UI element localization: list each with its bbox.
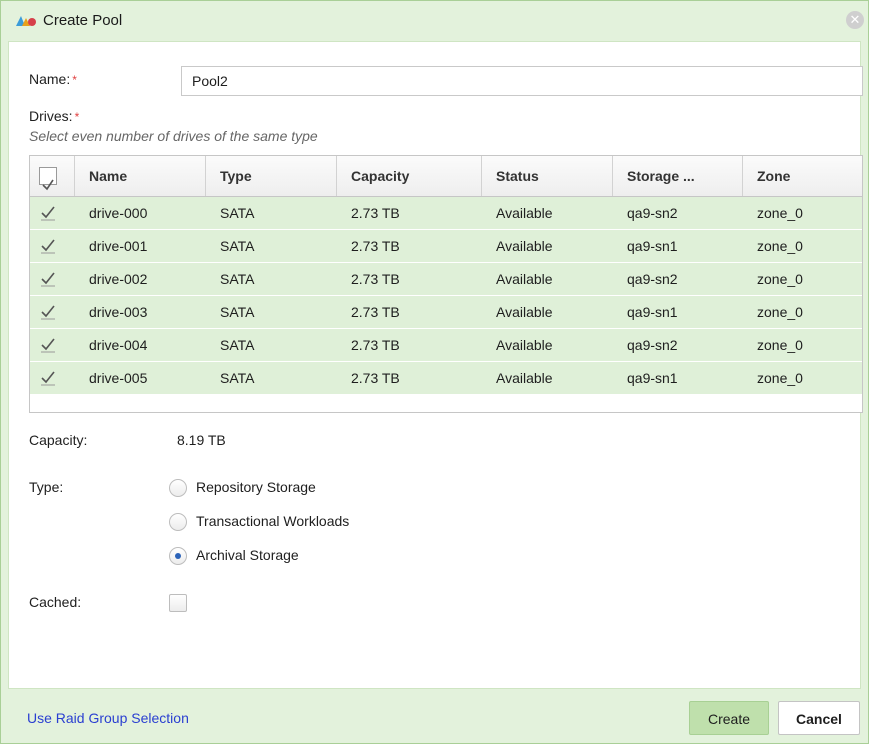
cell-storage: qa9-sn2 — [627, 337, 678, 353]
cell-capacity: 2.73 TB — [351, 238, 400, 254]
cell-capacity: 2.73 TB — [351, 337, 400, 353]
cell-type: SATA — [220, 205, 255, 221]
column-header-type[interactable]: Type — [206, 156, 337, 196]
radio-label-archival-storage[interactable]: Archival Storage — [196, 547, 299, 563]
dialog-body: Name:* Drives:* Select even number of dr… — [8, 41, 863, 689]
cell-status: Available — [496, 304, 553, 320]
cancel-button[interactable]: Cancel — [778, 701, 860, 735]
type-label: Type: — [29, 479, 64, 495]
row-checkbox[interactable] — [40, 370, 56, 386]
check-icon — [41, 206, 55, 221]
cell-type: SATA — [220, 238, 255, 254]
cell-storage: qa9-sn2 — [627, 205, 678, 221]
create-button[interactable]: Create — [689, 701, 769, 735]
column-header-zone[interactable]: Zone — [743, 156, 862, 196]
pool-name-input[interactable] — [181, 66, 863, 96]
cell-status: Available — [496, 271, 553, 287]
use-raid-group-selection-link[interactable]: Use Raid Group Selection — [27, 710, 189, 726]
row-checkbox[interactable] — [40, 337, 56, 353]
required-mark: * — [74, 110, 80, 124]
cell-name: drive-004 — [89, 337, 148, 353]
cell-status: Available — [496, 205, 553, 221]
cell-capacity: 2.73 TB — [351, 304, 400, 320]
cached-label: Cached: — [29, 594, 82, 610]
drives-hint: Select even number of drives of the same… — [29, 128, 318, 144]
table-row[interactable]: drive-004 SATA 2.73 TB Available qa9-sn2… — [30, 329, 862, 362]
cell-name: drive-003 — [89, 304, 148, 320]
check-icon — [41, 371, 55, 386]
cell-type: SATA — [220, 271, 255, 287]
row-checkbox[interactable] — [40, 238, 56, 254]
check-icon — [41, 305, 55, 320]
required-mark: * — [72, 73, 77, 87]
check-icon — [42, 179, 54, 191]
select-all-header[interactable] — [30, 156, 75, 196]
row-checkbox[interactable] — [40, 205, 56, 221]
close-icon[interactable]: ✕ — [846, 11, 864, 29]
select-all-checkbox[interactable] — [39, 167, 57, 191]
cell-storage: qa9-sn1 — [627, 370, 678, 386]
cell-capacity: 2.73 TB — [351, 370, 400, 386]
cell-storage: qa9-sn1 — [627, 238, 678, 254]
radio-label-repository-storage[interactable]: Repository Storage — [196, 479, 316, 495]
radio-repository-storage[interactable] — [169, 479, 187, 497]
cell-zone: zone_0 — [757, 337, 803, 353]
cell-name: drive-001 — [89, 238, 148, 254]
dialog-titlebar[interactable]: Create Pool ✕ — [1, 1, 868, 41]
cell-zone: zone_0 — [757, 271, 803, 287]
cached-checkbox[interactable] — [169, 594, 187, 612]
drives-grid: Name Type Capacity Status Storage ... Zo… — [29, 155, 863, 413]
cell-type: SATA — [220, 337, 255, 353]
cell-type: SATA — [220, 370, 255, 386]
cell-name: drive-005 — [89, 370, 148, 386]
cell-status: Available — [496, 337, 553, 353]
radio-label-transactional-workloads[interactable]: Transactional Workloads — [196, 513, 349, 529]
grid-header: Name Type Capacity Status Storage ... Zo… — [30, 156, 862, 197]
table-row[interactable]: drive-005 SATA 2.73 TB Available qa9-sn1… — [30, 362, 862, 395]
cell-capacity: 2.73 TB — [351, 271, 400, 287]
check-icon — [41, 272, 55, 287]
grid-rows: drive-000 SATA 2.73 TB Available qa9-sn2… — [30, 197, 862, 395]
row-checkbox[interactable] — [40, 304, 56, 320]
cell-zone: zone_0 — [757, 304, 803, 320]
create-pool-dialog: Create Pool ✕ Name:* Drives:* Select eve… — [0, 0, 869, 744]
cell-name: drive-002 — [89, 271, 148, 287]
table-row[interactable]: drive-000 SATA 2.73 TB Available qa9-sn2… — [30, 197, 862, 230]
drives-label: Drives: * — [29, 108, 79, 124]
name-label: Name: * — [29, 71, 77, 87]
row-checkbox[interactable] — [40, 271, 56, 287]
cell-status: Available — [496, 370, 553, 386]
pool-app-icon — [15, 14, 37, 28]
name-label-text: Name: — [29, 71, 71, 87]
radio-archival-storage[interactable] — [169, 547, 187, 565]
drives-label-text: Drives: — [29, 108, 73, 124]
column-header-storage[interactable]: Storage ... — [613, 156, 743, 196]
capacity-label: Capacity: — [29, 432, 88, 448]
column-header-capacity[interactable]: Capacity — [337, 156, 482, 196]
cell-name: drive-000 — [89, 205, 148, 221]
cell-zone: zone_0 — [757, 205, 803, 221]
table-row[interactable]: drive-003 SATA 2.73 TB Available qa9-sn1… — [30, 296, 862, 329]
radio-transactional-workloads[interactable] — [169, 513, 187, 531]
table-row[interactable]: drive-002 SATA 2.73 TB Available qa9-sn2… — [30, 263, 862, 296]
cell-storage: qa9-sn1 — [627, 304, 678, 320]
cell-type: SATA — [220, 304, 255, 320]
column-header-status[interactable]: Status — [482, 156, 613, 196]
column-header-name[interactable]: Name — [75, 156, 206, 196]
dialog-title: Create Pool — [43, 12, 123, 29]
check-icon — [41, 239, 55, 254]
cell-storage: qa9-sn2 — [627, 271, 678, 287]
capacity-value: 8.19 TB — [177, 432, 226, 448]
cell-zone: zone_0 — [757, 370, 803, 386]
cell-status: Available — [496, 238, 553, 254]
check-icon — [41, 338, 55, 353]
cell-zone: zone_0 — [757, 238, 803, 254]
cell-capacity: 2.73 TB — [351, 205, 400, 221]
table-row[interactable]: drive-001 SATA 2.73 TB Available qa9-sn1… — [30, 230, 862, 263]
